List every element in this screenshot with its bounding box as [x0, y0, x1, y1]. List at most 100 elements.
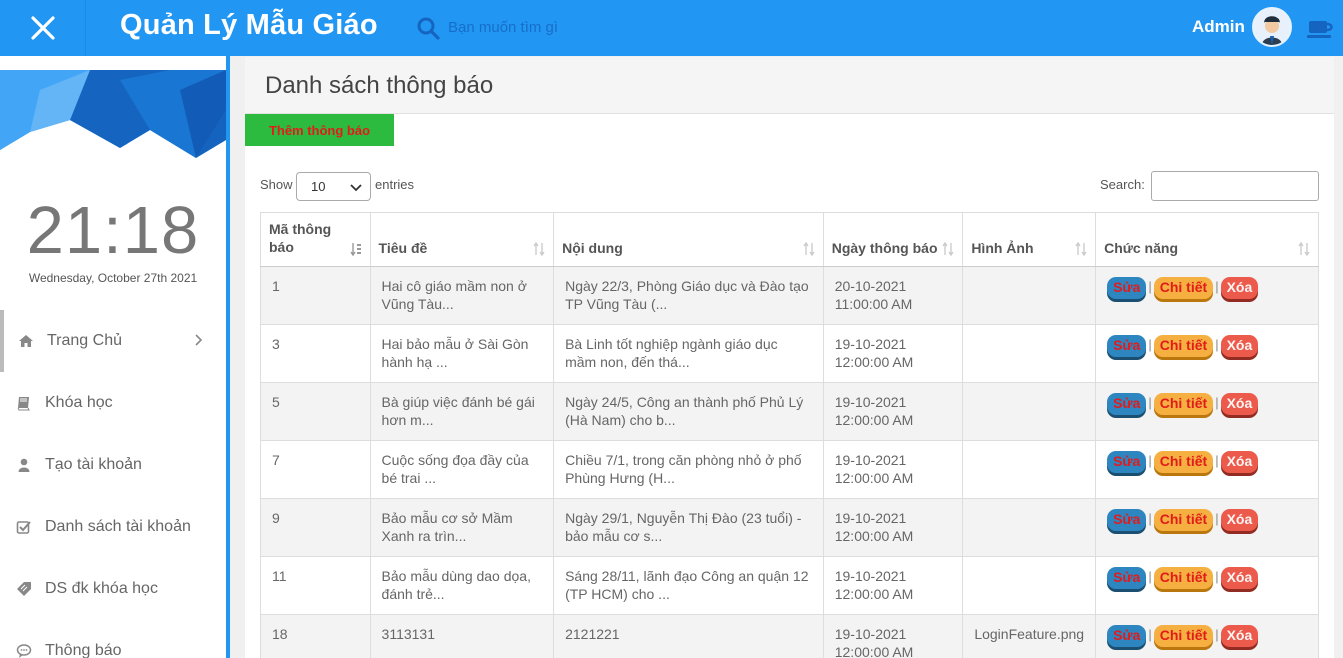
delete-button[interactable]: Xóa [1220, 451, 1259, 473]
cell-id: 11 [260, 556, 371, 615]
column-header-label: Hình Ảnh [971, 240, 1034, 256]
cell-image [962, 266, 1097, 325]
show-label: Show [260, 177, 293, 192]
detail-button[interactable]: Chi tiết [1153, 451, 1214, 473]
detail-button[interactable]: Chi tiết [1153, 335, 1214, 357]
notification-title: 3113131 [381, 626, 435, 642]
sort-icon [1075, 242, 1087, 256]
sidebar-item-courses[interactable]: Khóa học [0, 372, 226, 434]
notification-title: Bà giúp việc đánh bé gái hơn m... [381, 394, 535, 428]
cell-id: 18 [260, 614, 371, 658]
sidebar-item-notifications[interactable]: Thông báo [0, 620, 226, 658]
sort-icon [803, 242, 815, 256]
detail-button[interactable]: Chi tiết [1153, 393, 1214, 415]
page-title: Danh sách thông báo [265, 72, 494, 99]
edit-button[interactable]: Sửa [1107, 509, 1147, 531]
table-row: 18 3113131 2121221 19-10-2021 12:00:00 AM Log… [260, 614, 1319, 658]
notification-id: 3 [272, 336, 280, 352]
cell-title: Hai cô giáo mầm non ở Vũng Tàu... [369, 266, 555, 325]
sidebar-item-account-list[interactable]: Danh sách tài khoản [0, 496, 226, 558]
action-separator: | [1215, 453, 1219, 468]
add-notification-button[interactable]: Thêm thông báo [245, 114, 394, 146]
action-separator: | [1215, 511, 1219, 526]
column-header-id[interactable]: Mã thông báo [260, 212, 371, 267]
cell-id: 1 [260, 266, 371, 325]
notification-time: 12:00:00 AM [834, 470, 914, 486]
table-row: 9 Bảo mẫu cơ sở Mầm Xanh ra trìn... Ngày 2… [260, 498, 1319, 557]
delete-button[interactable]: Xóa [1220, 335, 1259, 357]
search-input[interactable] [448, 14, 668, 40]
cell-actions: Sửa | Chi tiết | Xóa [1095, 556, 1319, 615]
close-icon [30, 16, 55, 40]
action-separator: | [1148, 337, 1152, 352]
delete-button[interactable]: Xóa [1220, 393, 1259, 415]
detail-button[interactable]: Chi tiết [1153, 277, 1214, 299]
delete-button[interactable]: Xóa [1220, 509, 1259, 531]
table-row: 11 Bảo mẫu dùng dao dọa, đánh trẻ... Sáng … [260, 556, 1319, 615]
sort-icon [1298, 242, 1310, 256]
edit-button[interactable]: Sửa [1107, 277, 1147, 299]
cell-image: LoginFeature.png [962, 614, 1097, 658]
notification-content: 2121221 [565, 626, 620, 642]
detail-button[interactable]: Chi tiết [1153, 567, 1214, 589]
app-title[interactable]: Quản Lý Mẫu Giáo [120, 9, 378, 42]
check-square-icon [16, 521, 31, 534]
cell-actions: Sửa | Chi tiết | Xóa [1095, 324, 1319, 383]
column-header-label: Nội dung [562, 240, 623, 256]
cell-date: 19-10-2021 12:00:00 AM [822, 614, 964, 658]
entries-select[interactable]: 10 [296, 172, 371, 201]
cell-image [962, 556, 1097, 615]
notification-title: Bảo mẫu dùng dao dọa, đánh trẻ... [381, 568, 531, 602]
cell-date: 19-10-2021 12:00:00 AM [822, 498, 964, 557]
avatar-image [1254, 9, 1290, 45]
sidebar-item-create-account[interactable]: Tạo tài khoản [0, 434, 226, 496]
column-header-date[interactable]: Ngày thông báo [822, 212, 964, 267]
cell-content: Sáng 28/11, lãnh đạo Công an quận 12 (TP… [553, 556, 824, 615]
notification-time: 12:00:00 AM [834, 412, 914, 428]
cell-title: Bảo mẫu dùng dao dọa, đánh trẻ... [369, 556, 555, 615]
sort-asc-icon [349, 243, 361, 256]
detail-button[interactable]: Chi tiết [1153, 509, 1214, 531]
page-header: Danh sách thông báo [245, 57, 1334, 114]
edit-button[interactable]: Sửa [1107, 393, 1147, 415]
notification-date: 19-10-2021 [834, 568, 907, 584]
action-separator: | [1215, 627, 1219, 642]
edit-button[interactable]: Sửa [1107, 451, 1147, 473]
table-search-input[interactable] [1151, 171, 1319, 201]
action-separator: | [1215, 395, 1219, 410]
coffee-icon[interactable] [1307, 16, 1335, 40]
notification-title: Bảo mẫu cơ sở Mầm Xanh ra trìn... [381, 510, 513, 544]
sidebar-item-home[interactable]: Trang Chủ [0, 310, 226, 372]
detail-button[interactable]: Chi tiết [1153, 625, 1214, 647]
edit-button[interactable]: Sửa [1107, 625, 1147, 647]
notification-title: Hai cô giáo mầm non ở Vũng Tàu... [381, 278, 527, 312]
column-header-label: Chức năng [1104, 240, 1178, 256]
notification-image: LoginFeature.png [974, 626, 1085, 642]
avatar[interactable] [1252, 7, 1292, 47]
sidebar-item-course-registrations[interactable]: DS đk khóa học [0, 558, 226, 620]
cell-image [962, 498, 1097, 557]
column-header-image[interactable]: Hình Ảnh [962, 212, 1097, 267]
notification-time: 12:00:00 AM [834, 644, 914, 658]
edit-button[interactable]: Sửa [1107, 567, 1147, 589]
search-icon[interactable] [416, 16, 440, 40]
column-header-actions[interactable]: Chức năng [1095, 212, 1319, 267]
cell-image [962, 440, 1097, 499]
comment-icon [16, 644, 32, 658]
delete-button[interactable]: Xóa [1220, 625, 1259, 647]
action-separator: | [1148, 627, 1152, 642]
cell-content: Chiều 7/1, trong căn phòng nhỏ ở phố Phù… [553, 440, 824, 499]
notification-content: Bà Linh tốt nghiệp ngành giáo dục mầm no… [565, 336, 778, 370]
notification-content: Sáng 28/11, lãnh đạo Công an quận 12 (TP… [565, 568, 809, 602]
cell-date: 19-10-2021 12:00:00 AM [822, 382, 964, 441]
action-separator: | [1215, 337, 1219, 352]
notification-id: 9 [272, 510, 280, 526]
column-header-title[interactable]: Tiêu đề [369, 212, 555, 267]
column-header-content[interactable]: Nội dung [553, 212, 824, 267]
delete-button[interactable]: Xóa [1220, 567, 1259, 589]
user-name[interactable]: Admin [1192, 17, 1245, 37]
edit-button[interactable]: Sửa [1107, 335, 1147, 357]
clock-time: 21:18 [26, 193, 200, 268]
delete-button[interactable]: Xóa [1220, 277, 1259, 299]
close-menu-button[interactable] [0, 0, 86, 56]
